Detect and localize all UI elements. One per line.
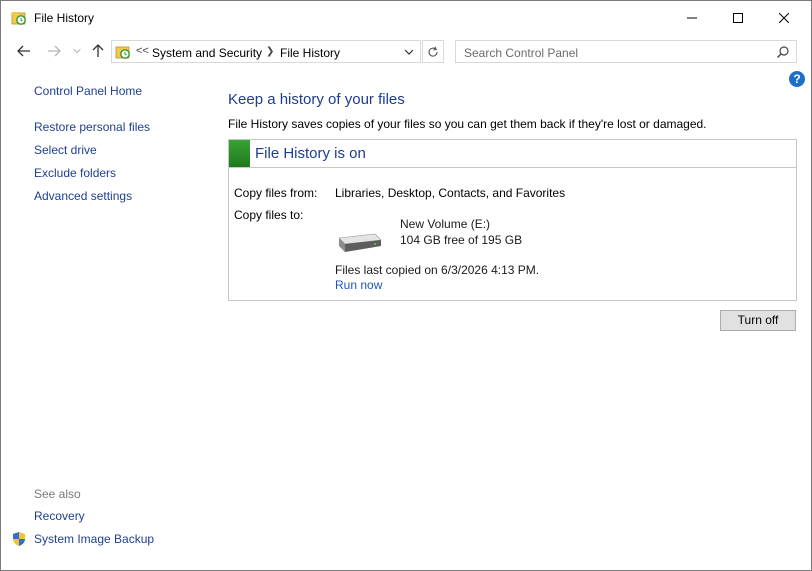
close-button[interactable]: [761, 1, 807, 35]
navigation-bar: << System and Security ❯ File History Se…: [1, 37, 811, 65]
drive-name: New Volume (E:): [400, 217, 491, 231]
arrow-right-icon: [48, 45, 61, 57]
control-panel-home-link[interactable]: Control Panel Home: [34, 84, 142, 98]
refresh-icon: [428, 46, 438, 57]
window-title: File History: [34, 11, 95, 25]
copy-to-label: Copy files to:: [234, 208, 304, 222]
chevron-down-icon: [73, 48, 81, 54]
status-title: File History is on: [255, 145, 366, 162]
see-also-heading: See also: [34, 487, 81, 501]
maximize-button[interactable]: [715, 1, 761, 35]
arrow-left-icon: [17, 45, 30, 57]
arrow-up-icon: [92, 44, 104, 57]
sidebar-item-exclude-folders[interactable]: Exclude folders: [34, 166, 116, 180]
page-title: Keep a history of your files: [228, 91, 405, 108]
search-box[interactable]: Search Control Panel: [455, 40, 797, 63]
help-button[interactable]: ?: [789, 71, 805, 87]
system-image-backup-link[interactable]: System Image Backup: [34, 532, 154, 546]
hard-drive-icon: [338, 233, 382, 252]
turn-off-button[interactable]: Turn off: [720, 310, 796, 331]
address-bar[interactable]: << System and Security ❯ File History: [111, 40, 421, 63]
file-history-icon: [11, 12, 26, 25]
breadcrumb-system-and-security[interactable]: System and Security: [152, 46, 262, 60]
breadcrumb-separator-icon[interactable]: ❯: [266, 46, 274, 57]
sidebar-item-restore-personal-files[interactable]: Restore personal files: [34, 120, 150, 134]
run-now-link[interactable]: Run now: [335, 278, 382, 292]
up-button[interactable]: [88, 41, 108, 61]
copy-from-value: Libraries, Desktop, Contacts, and Favori…: [335, 186, 566, 200]
breadcrumb-overflow[interactable]: <<: [136, 45, 149, 57]
search-icon[interactable]: [776, 45, 790, 59]
page-description: File History saves copies of your files …: [228, 117, 707, 131]
status-header: File History is on: [229, 140, 796, 168]
file-history-window: File History << System and Security ❯ Fi…: [0, 0, 812, 571]
sidebar-item-select-drive[interactable]: Select drive: [34, 143, 97, 157]
recovery-link[interactable]: Recovery: [34, 509, 85, 523]
copy-from-label: Copy files from:: [234, 186, 318, 200]
drive-free-space: 104 GB free of 195 GB: [400, 233, 523, 247]
search-input[interactable]: Search Control Panel: [464, 46, 578, 60]
status-indicator: [229, 140, 250, 167]
back-button[interactable]: [14, 41, 34, 61]
last-copied-text: Files last copied on 6/3/2026 4:13 PM.: [335, 263, 540, 277]
chevron-down-icon[interactable]: [402, 45, 416, 59]
sidebar-item-advanced-settings[interactable]: Advanced settings: [34, 189, 132, 203]
recent-locations-button[interactable]: [67, 41, 87, 61]
uac-shield-icon: [13, 532, 25, 546]
forward-button[interactable]: [44, 41, 64, 61]
status-panel: File History is on Copy files from: Libr…: [228, 139, 797, 301]
title-bar[interactable]: File History: [1, 1, 811, 35]
minimize-icon: [687, 17, 697, 19]
maximize-icon: [733, 13, 743, 23]
breadcrumb-file-history[interactable]: File History: [280, 46, 340, 60]
minimize-button[interactable]: [669, 1, 715, 35]
close-icon: [779, 13, 789, 23]
refresh-button[interactable]: [422, 40, 444, 63]
control-panel-icon: [115, 46, 130, 59]
